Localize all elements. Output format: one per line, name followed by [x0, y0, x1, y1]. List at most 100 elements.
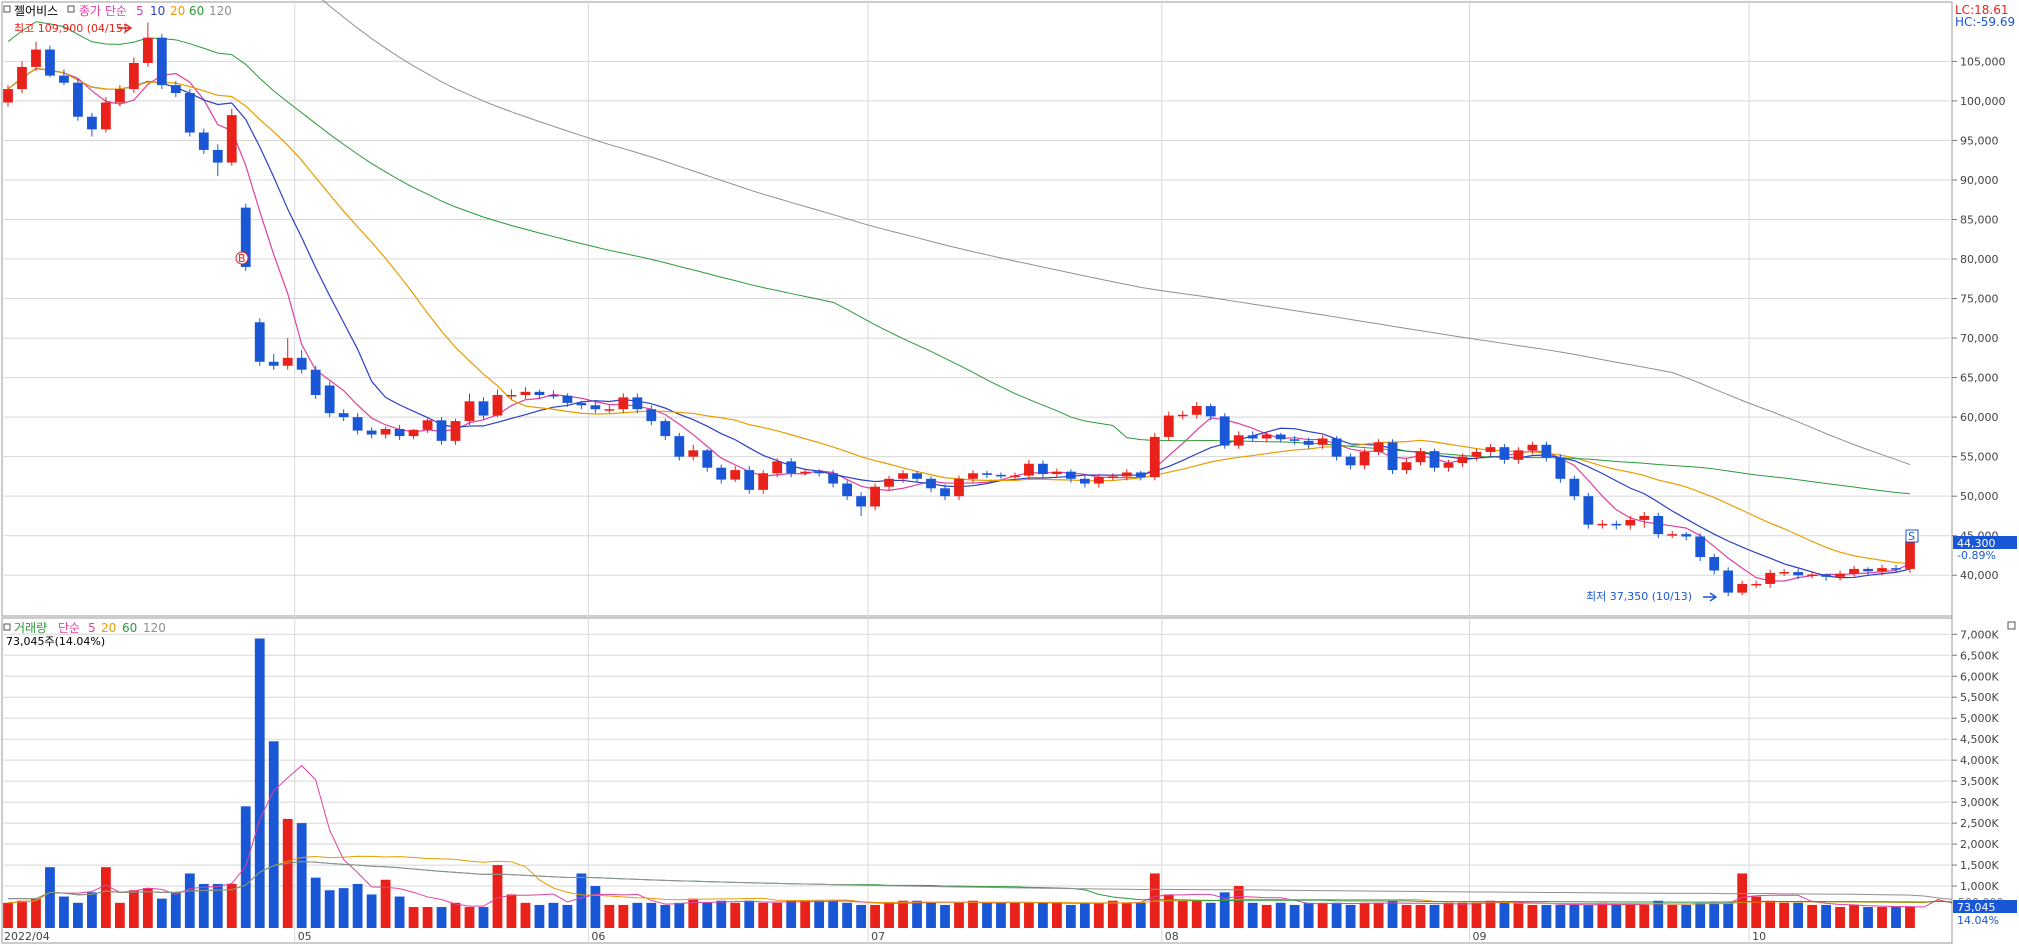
candle-body — [1821, 574, 1831, 577]
volume-bar — [1639, 904, 1650, 928]
volume-bar — [1625, 904, 1636, 928]
candle-body — [534, 391, 545, 395]
candle-body — [170, 85, 181, 94]
candle-body — [702, 450, 713, 468]
volume-panel-maximize-icon[interactable] — [2007, 621, 2016, 630]
volume-bar — [1177, 900, 1188, 928]
candle-body — [1429, 451, 1440, 468]
candle-body — [1611, 523, 1622, 526]
volume-bar — [562, 904, 573, 928]
stock-chart: 40,00045,00050,00055,00060,00065,00070,0… — [1, 0, 2019, 944]
current-volume-text: 73,045주(14.04%) — [6, 635, 105, 648]
candle-body — [1401, 462, 1412, 471]
volume-bar — [520, 902, 531, 928]
candle-body — [1135, 472, 1146, 478]
volume-bar — [1541, 904, 1552, 928]
volume-bar — [1205, 902, 1216, 928]
candle-body — [562, 395, 573, 403]
candle-body — [1723, 570, 1734, 593]
volume-bar — [1681, 904, 1692, 928]
volume-bar — [1765, 900, 1776, 928]
candle-body — [898, 473, 908, 479]
volume-bar — [1863, 907, 1873, 928]
candle-body — [660, 421, 671, 437]
candle-body — [1667, 534, 1678, 536]
candle-body — [1513, 450, 1524, 460]
volume-tick-label: 4,000K — [1960, 754, 1999, 767]
price-tick-label: 55,000 — [1960, 451, 1999, 464]
volume-bar — [1611, 904, 1622, 928]
candle-body — [408, 429, 419, 437]
candle-body — [1695, 536, 1706, 558]
volume-bar — [898, 900, 908, 928]
ma-label-20: 20 — [170, 4, 185, 18]
candle-body — [1443, 462, 1454, 468]
volume-bar — [394, 896, 405, 928]
candle-body — [1219, 416, 1230, 446]
candle-body — [1499, 447, 1510, 460]
price-tick-label: 75,000 — [1960, 293, 1999, 306]
candle-body — [800, 471, 811, 474]
volume-bar — [982, 902, 992, 928]
volume-bar — [156, 898, 167, 928]
candle-body — [590, 405, 601, 410]
volume-bar — [590, 886, 601, 928]
candle-body — [716, 467, 727, 480]
candle-body — [758, 473, 769, 490]
candle-body — [31, 49, 41, 67]
volume-bar — [310, 877, 321, 928]
candle-body — [1597, 523, 1608, 526]
volume-bar — [324, 890, 335, 928]
volume-bar — [1569, 904, 1580, 928]
stock-name: 젤어비스 — [14, 4, 58, 18]
volume-tick-label: 5,000K — [1960, 712, 1999, 725]
volume-bar — [366, 894, 377, 928]
candle-body — [226, 115, 237, 163]
candle-body — [1863, 568, 1873, 572]
date-tick-label: 07 — [871, 930, 885, 943]
sell-signal-marker[interactable]: S — [1905, 529, 1919, 543]
candle-body — [338, 413, 349, 418]
volume-bar — [1583, 904, 1594, 928]
volume-tick-label: 3,500K — [1960, 775, 1999, 788]
candle-body — [1793, 572, 1804, 576]
ma-label-10: 10 — [150, 4, 165, 18]
volume-bar — [1597, 902, 1608, 928]
low-annotation: 최저 37,350 (10/13) — [1586, 590, 1692, 603]
candle-body — [1205, 406, 1216, 417]
volume-bar — [1345, 904, 1356, 928]
candle-body — [464, 401, 475, 422]
volume-tick-label: 5,500K — [1960, 691, 1999, 704]
volume-bar — [856, 904, 866, 928]
candle-body — [982, 473, 992, 475]
price-tick-label: 90,000 — [1960, 174, 1999, 187]
candle-body — [282, 357, 293, 366]
volume-bar — [604, 904, 615, 928]
candle-body — [73, 82, 83, 117]
volume-bar — [772, 902, 783, 928]
volume-bar — [968, 900, 978, 928]
candle-body — [1359, 451, 1370, 466]
volume-bar — [800, 900, 811, 928]
volume-bar — [926, 902, 936, 928]
volume-bar — [1303, 902, 1314, 928]
volume-bar — [1247, 902, 1258, 928]
current-change-label: -0.89% — [1957, 549, 1996, 562]
volume-bar — [1849, 904, 1859, 928]
candle-body — [1247, 435, 1258, 439]
volume-bar — [1779, 902, 1790, 928]
candle-body — [3, 89, 13, 103]
volume-tick-label: 1,000K — [1960, 880, 1999, 893]
candle-body — [968, 473, 978, 479]
vol-ma-label-5: 5 — [88, 621, 96, 635]
candle-body — [1751, 583, 1762, 586]
volume-bar — [1891, 907, 1901, 928]
volume-bar — [912, 900, 922, 928]
volume-bar — [338, 888, 349, 928]
candle-body — [912, 473, 922, 479]
volume-bar — [1261, 904, 1272, 928]
candle-body — [646, 409, 657, 422]
ma-label-120: 120 — [209, 4, 232, 18]
candle-body — [954, 478, 964, 497]
volume-bar — [422, 907, 433, 928]
